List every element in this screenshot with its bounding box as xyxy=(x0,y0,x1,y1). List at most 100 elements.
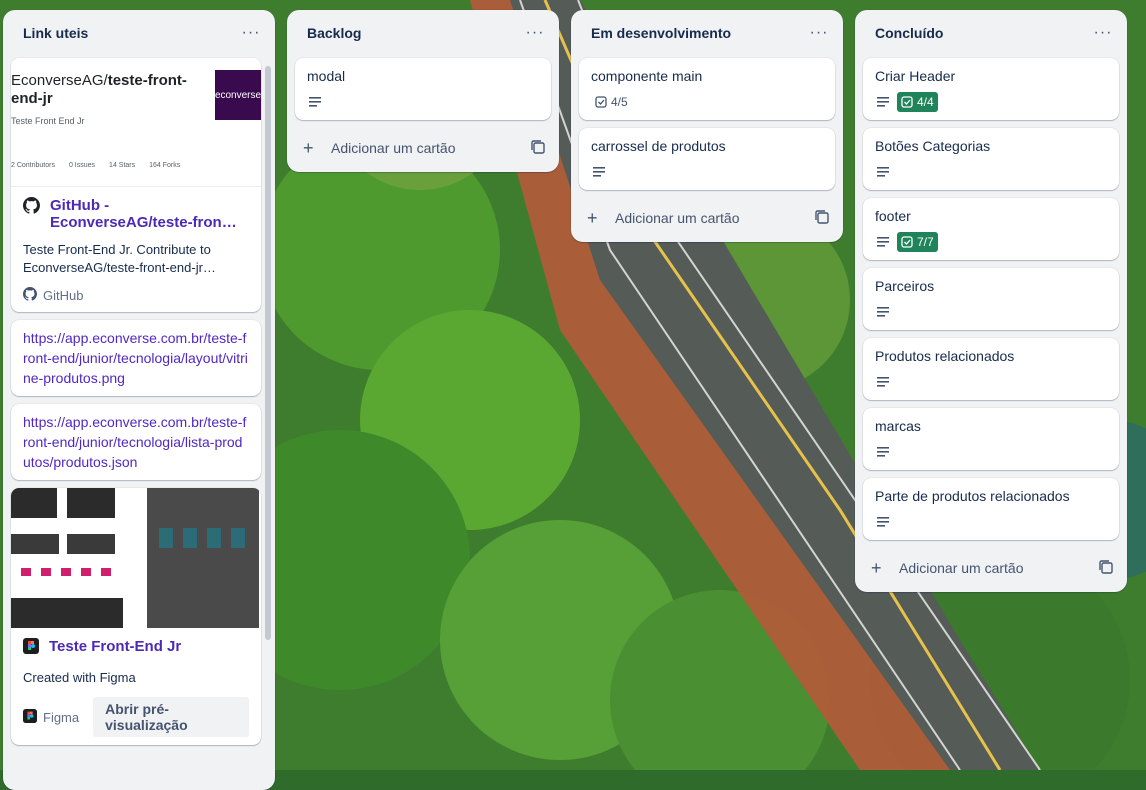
github-preview-title: EconverseAG/teste-front-end-jr xyxy=(11,72,201,108)
list-title[interactable]: Em desenvolvimento xyxy=(591,25,807,41)
task-card[interactable]: Botões Categorias xyxy=(863,128,1119,190)
kanban-board: Link uteis ··· EconverseAG/teste-front-e… xyxy=(0,0,1146,790)
list-scrollbar[interactable] xyxy=(265,66,271,640)
card-badges: 4/4 xyxy=(875,90,1107,114)
link-body: Teste Front-End Jr Created with Figma Fi… xyxy=(11,628,261,745)
add-card-button[interactable]: + Adicionar um cartão xyxy=(287,128,559,168)
card-title: Produtos relacionados xyxy=(875,348,1015,364)
github-icon xyxy=(23,287,38,304)
list-title[interactable]: Concluído xyxy=(875,25,1091,41)
more-horizontal-icon[interactable]: ··· xyxy=(523,21,547,45)
github-link-card[interactable]: EconverseAG/teste-front-end-jr Teste Fro… xyxy=(11,58,261,312)
task-card[interactable]: carrossel de produtos xyxy=(579,128,835,190)
open-preview-button[interactable]: Abrir pré-visualização xyxy=(93,697,249,737)
description-icon xyxy=(875,94,891,110)
card-template-icon[interactable] xyxy=(1099,560,1115,576)
plus-icon: + xyxy=(587,207,598,228)
figma-icon xyxy=(23,708,37,726)
github-preview-subtitle: Teste Front End Jr xyxy=(11,116,85,126)
card-list: componente main 4/5 carrossel de produto… xyxy=(571,56,843,190)
checklist-badge: 4/4 xyxy=(897,92,938,112)
card-title: Botões Categorias xyxy=(875,138,991,154)
card-badges xyxy=(591,160,823,184)
checkbox-icon xyxy=(595,96,607,108)
card-badges: 7/7 xyxy=(875,230,1107,254)
github-link-title[interactable]: GitHub - EconverseAG/teste-fron… xyxy=(50,197,249,231)
card-template-icon[interactable] xyxy=(815,210,831,226)
list-title[interactable]: Backlog xyxy=(307,25,523,41)
figma-link-title[interactable]: Teste Front-End Jr xyxy=(49,638,181,655)
github-stat: 164 Forks xyxy=(149,162,181,169)
list-concluido: Concluído ··· Criar Header 4/4 Botões Ca… xyxy=(855,10,1127,592)
description-icon xyxy=(875,164,891,180)
task-card[interactable]: footer 7/7 xyxy=(863,198,1119,260)
description-icon xyxy=(875,514,891,530)
url-card[interactable]: https://app.econverse.com.br/teste-front… xyxy=(11,404,261,480)
task-card[interactable]: marcas xyxy=(863,408,1119,470)
add-card-label: Adicionar um cartão xyxy=(615,210,740,226)
card-list: Criar Header 4/4 Botões Categorias foote… xyxy=(855,56,1127,540)
card-list: EconverseAG/teste-front-end-jr Teste Fro… xyxy=(3,56,275,745)
card-badges xyxy=(875,440,1107,464)
card-title: footer xyxy=(875,208,911,224)
card-badges xyxy=(875,510,1107,534)
list-em-desenvolvimento: Em desenvolvimento ··· componente main 4… xyxy=(571,10,843,242)
github-preview-stats: 2 Contributors 0 Issues 14 Stars 164 For… xyxy=(11,162,180,169)
github-stat: 2 Contributors xyxy=(11,162,55,169)
figma-link-description: Created with Figma xyxy=(23,670,136,685)
task-card[interactable]: componente main 4/5 xyxy=(579,58,835,120)
more-horizontal-icon[interactable]: ··· xyxy=(807,21,831,45)
list-title[interactable]: Link uteis xyxy=(23,25,239,41)
task-card[interactable]: Criar Header 4/4 xyxy=(863,58,1119,120)
card-title: marcas xyxy=(875,418,921,434)
github-link-description: Teste Front-End Jr. Contribute to Econve… xyxy=(23,242,216,275)
github-icon xyxy=(23,197,41,219)
description-icon xyxy=(875,444,891,460)
card-badges xyxy=(875,300,1107,324)
description-icon xyxy=(875,234,891,250)
card-title: Parte de produtos relacionados xyxy=(875,488,1070,504)
github-stat: 0 Issues xyxy=(68,162,96,169)
checkbox-icon xyxy=(901,96,913,108)
task-card[interactable]: Parceiros xyxy=(863,268,1119,330)
link-source-label: GitHub xyxy=(43,288,84,303)
card-badges xyxy=(875,370,1107,394)
link-head: Teste Front-End Jr xyxy=(23,638,249,659)
description-icon xyxy=(591,164,607,180)
list-header: Backlog ··· xyxy=(287,10,559,56)
card-title: Parceiros xyxy=(875,278,935,294)
more-horizontal-icon[interactable]: ··· xyxy=(239,21,263,45)
url-link[interactable]: https://app.econverse.com.br/teste-front… xyxy=(23,412,249,472)
task-card[interactable]: modal xyxy=(295,58,551,120)
task-card[interactable]: Parte de produtos relacionados xyxy=(863,478,1119,540)
add-card-label: Adicionar um cartão xyxy=(331,140,456,156)
checkbox-icon xyxy=(901,236,913,248)
add-card-button[interactable]: + Adicionar um cartão xyxy=(571,198,843,238)
checklist-count: 4/4 xyxy=(917,95,934,109)
figma-preview-image xyxy=(11,488,261,628)
list-backlog: Backlog ··· modal + Adicionar um cartão xyxy=(287,10,559,172)
card-badges xyxy=(307,90,539,114)
description-icon xyxy=(875,374,891,390)
add-card-button[interactable]: + Adicionar um cartão xyxy=(855,548,1127,588)
econverse-logo: econverse xyxy=(215,70,261,120)
card-title: carrossel de produtos xyxy=(591,138,726,154)
card-badges: 4/5 xyxy=(591,90,823,114)
more-horizontal-icon[interactable]: ··· xyxy=(1091,21,1115,45)
list-header: Concluído ··· xyxy=(855,10,1127,56)
github-stat: 14 Stars xyxy=(109,162,136,169)
card-title: Criar Header xyxy=(875,68,956,84)
figma-icon xyxy=(23,638,39,659)
github-preview-owner: EconverseAG/ xyxy=(11,72,108,89)
checklist-count: 4/5 xyxy=(611,95,628,109)
figma-link-card[interactable]: Teste Front-End Jr Created with Figma Fi… xyxy=(11,488,261,745)
description-icon xyxy=(307,94,323,110)
list-link-uteis: Link uteis ··· EconverseAG/teste-front-e… xyxy=(3,10,275,790)
card-template-icon[interactable] xyxy=(531,140,547,156)
url-link[interactable]: https://app.econverse.com.br/teste-front… xyxy=(23,328,249,388)
description-icon xyxy=(875,304,891,320)
link-source: Figma Abrir pré-visualização xyxy=(23,697,249,737)
card-list: modal xyxy=(287,56,559,120)
task-card[interactable]: Produtos relacionados xyxy=(863,338,1119,400)
url-card[interactable]: https://app.econverse.com.br/teste-front… xyxy=(11,320,261,396)
